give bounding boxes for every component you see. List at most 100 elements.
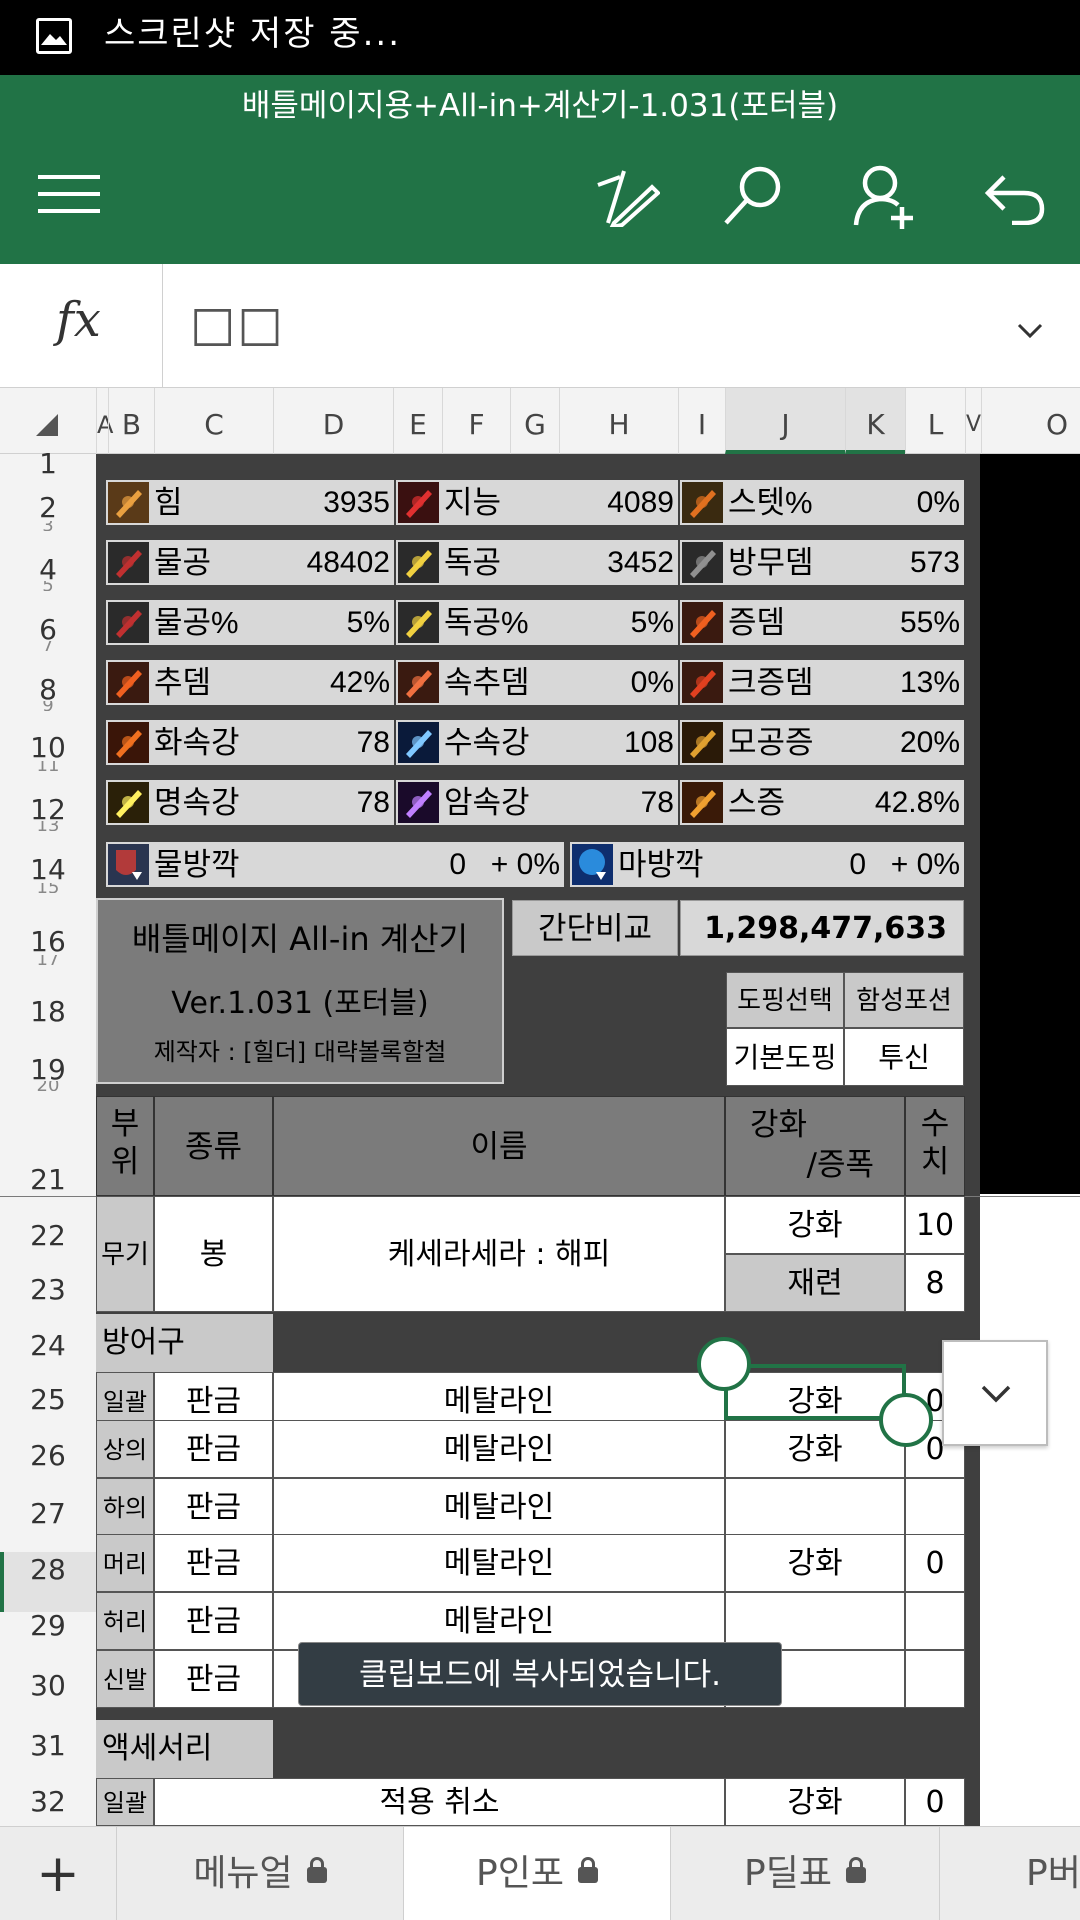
stat-cell[interactable]: 물공 48402 <box>106 540 394 585</box>
row-number[interactable]: 20 <box>0 1081 96 1091</box>
row-number[interactable]: 3 <box>0 521 96 531</box>
armor-name[interactable]: 메탈라인 <box>273 1534 725 1592</box>
armor-name[interactable]: 메탈라인 <box>273 1420 725 1478</box>
stat-cell[interactable]: 크증뎀 13% <box>680 660 964 705</box>
column-c[interactable]: C <box>154 388 273 454</box>
column-d[interactable]: D <box>273 388 393 454</box>
row-number[interactable]: 25 <box>0 1385 96 1415</box>
stat-cell[interactable]: 스텟% 0% <box>680 480 964 525</box>
share-person-icon[interactable] <box>852 163 918 229</box>
row-number[interactable]: 21 <box>0 1165 96 1195</box>
select-all-icon[interactable] <box>36 414 58 436</box>
stat-cell[interactable]: 암속강 78 <box>396 780 678 825</box>
stat-cell[interactable]: 추뎀 42% <box>106 660 394 705</box>
doping-select[interactable]: 기본도핑 <box>726 1028 844 1086</box>
row-number[interactable]: 11 <box>0 761 96 771</box>
stat-cell[interactable]: 증뎀 55% <box>680 600 964 645</box>
hamburger-menu-icon[interactable] <box>38 173 100 215</box>
armor-type[interactable]: 판금 <box>154 1420 273 1478</box>
column-l[interactable]: L <box>905 388 965 454</box>
column-b[interactable]: B <box>108 388 154 454</box>
stat-cell[interactable]: 물공% 5% <box>106 600 394 645</box>
row-number[interactable]: 1 <box>0 449 96 479</box>
armor-enhance-value[interactable] <box>905 1478 965 1536</box>
weapon-name[interactable]: 케세라세라 : 해피 <box>273 1196 725 1312</box>
fx-label[interactable]: fx <box>56 292 101 348</box>
row-number[interactable]: 22 <box>0 1221 96 1251</box>
row-number[interactable]: 23 <box>0 1275 96 1305</box>
row-number[interactable]: 17 <box>0 955 96 965</box>
stat-cell[interactable]: 스증 42.8% <box>680 780 964 825</box>
row-number[interactable]: 14 <box>0 855 96 885</box>
row-number[interactable]: 29 <box>0 1611 96 1641</box>
column-f[interactable]: F <box>442 388 510 454</box>
row-number[interactable]: 24 <box>0 1331 96 1361</box>
row-number[interactable]: 5 <box>0 581 96 591</box>
row-number[interactable]: 32 <box>0 1787 96 1817</box>
armor-enhance-value[interactable] <box>905 1592 965 1650</box>
expand-formula-icon[interactable] <box>1016 322 1044 340</box>
row-number[interactable]: 2 <box>0 493 96 523</box>
accessory-enhance-value[interactable]: 0 <box>905 1778 965 1826</box>
armor-type[interactable]: 판금 <box>154 1478 273 1536</box>
row-number[interactable]: 9 <box>0 701 96 711</box>
armor-enhance-value[interactable] <box>905 1650 965 1708</box>
row-number[interactable]: 10 <box>0 733 96 763</box>
armor-type[interactable]: 판금 <box>154 1534 273 1592</box>
row-number[interactable]: 26 <box>0 1441 96 1471</box>
physical-defense-reduce-cell[interactable]: 물방깍 0 + 0% <box>106 842 564 887</box>
stat-cell[interactable]: 힘 3935 <box>106 480 394 525</box>
row-number[interactable]: 27 <box>0 1499 96 1529</box>
add-sheet-button[interactable]: + <box>0 1827 116 1920</box>
column-k[interactable]: K <box>845 388 905 454</box>
tab-p-deal[interactable]: P딜표 <box>671 1827 939 1920</box>
stat-cell[interactable]: 지능 4089 <box>396 480 678 525</box>
selection-handle-end[interactable] <box>879 1393 933 1447</box>
stat-cell[interactable]: 화속강 78 <box>106 720 394 765</box>
stat-cell[interactable]: 속추뎀 0% <box>396 660 678 705</box>
column-j[interactable]: J <box>725 388 845 454</box>
stat-cell[interactable]: 모공증 20% <box>680 720 964 765</box>
column-e[interactable]: E <box>393 388 442 454</box>
column-v[interactable]: V <box>965 388 981 454</box>
weapon-type[interactable]: 봉 <box>154 1196 273 1312</box>
stat-cell[interactable]: 명속강 78 <box>106 780 394 825</box>
row-number[interactable]: 31 <box>0 1731 96 1761</box>
context-menu-button[interactable] <box>942 1340 1048 1446</box>
row-number[interactable]: 18 <box>0 997 96 1027</box>
tab-p-info[interactable]: P인포 <box>404 1827 670 1920</box>
tab-manual[interactable]: 메뉴얼 <box>117 1827 403 1920</box>
stat-cell[interactable]: 방무뎀 573 <box>680 540 964 585</box>
magic-defense-reduce-cell[interactable]: 마방깍 0 + 0% <box>570 842 964 887</box>
stat-cell[interactable]: 독공% 5% <box>396 600 678 645</box>
selection-handle-start[interactable] <box>697 1337 751 1391</box>
row-number[interactable]: 30 <box>0 1671 96 1701</box>
armor-enhance-value[interactable]: 0 <box>905 1534 965 1592</box>
row-number[interactable]: 28 <box>0 1555 96 1585</box>
armor-type[interactable]: 판금 <box>154 1650 273 1708</box>
weapon-refine-value[interactable]: 8 <box>905 1254 965 1312</box>
armor-type[interactable]: 판금 <box>154 1592 273 1650</box>
column-a[interactable]: A <box>96 388 113 454</box>
column-o[interactable]: O <box>981 388 1080 454</box>
column-h[interactable]: H <box>559 388 678 454</box>
column-i[interactable]: I <box>678 388 725 454</box>
search-icon[interactable] <box>722 163 786 227</box>
undo-icon[interactable] <box>984 165 1046 225</box>
draw-pen-icon[interactable] <box>594 165 660 227</box>
column-g[interactable]: G <box>510 388 559 454</box>
row-number[interactable]: 15 <box>0 883 96 893</box>
stat-cell[interactable]: 독공 3452 <box>396 540 678 585</box>
row-number[interactable]: 7 <box>0 641 96 651</box>
accessory-name[interactable]: 적용 취소 <box>154 1778 725 1826</box>
tab-p-buff[interactable]: P버 <box>1026 1827 1080 1920</box>
cell-selection[interactable] <box>724 1364 906 1420</box>
row-number[interactable]: 13 <box>0 821 96 831</box>
row-number[interactable]: 16 <box>0 927 96 957</box>
weapon-enhance-value[interactable]: 10 <box>905 1196 965 1254</box>
formula-input[interactable]: □□ <box>190 296 285 352</box>
stat-cell[interactable]: 수속강 108 <box>396 720 678 765</box>
potion-select[interactable]: 투신 <box>844 1028 964 1086</box>
simple-compare-value[interactable]: 1,298,477,633 <box>680 900 964 956</box>
armor-name[interactable]: 메탈라인 <box>273 1478 725 1536</box>
